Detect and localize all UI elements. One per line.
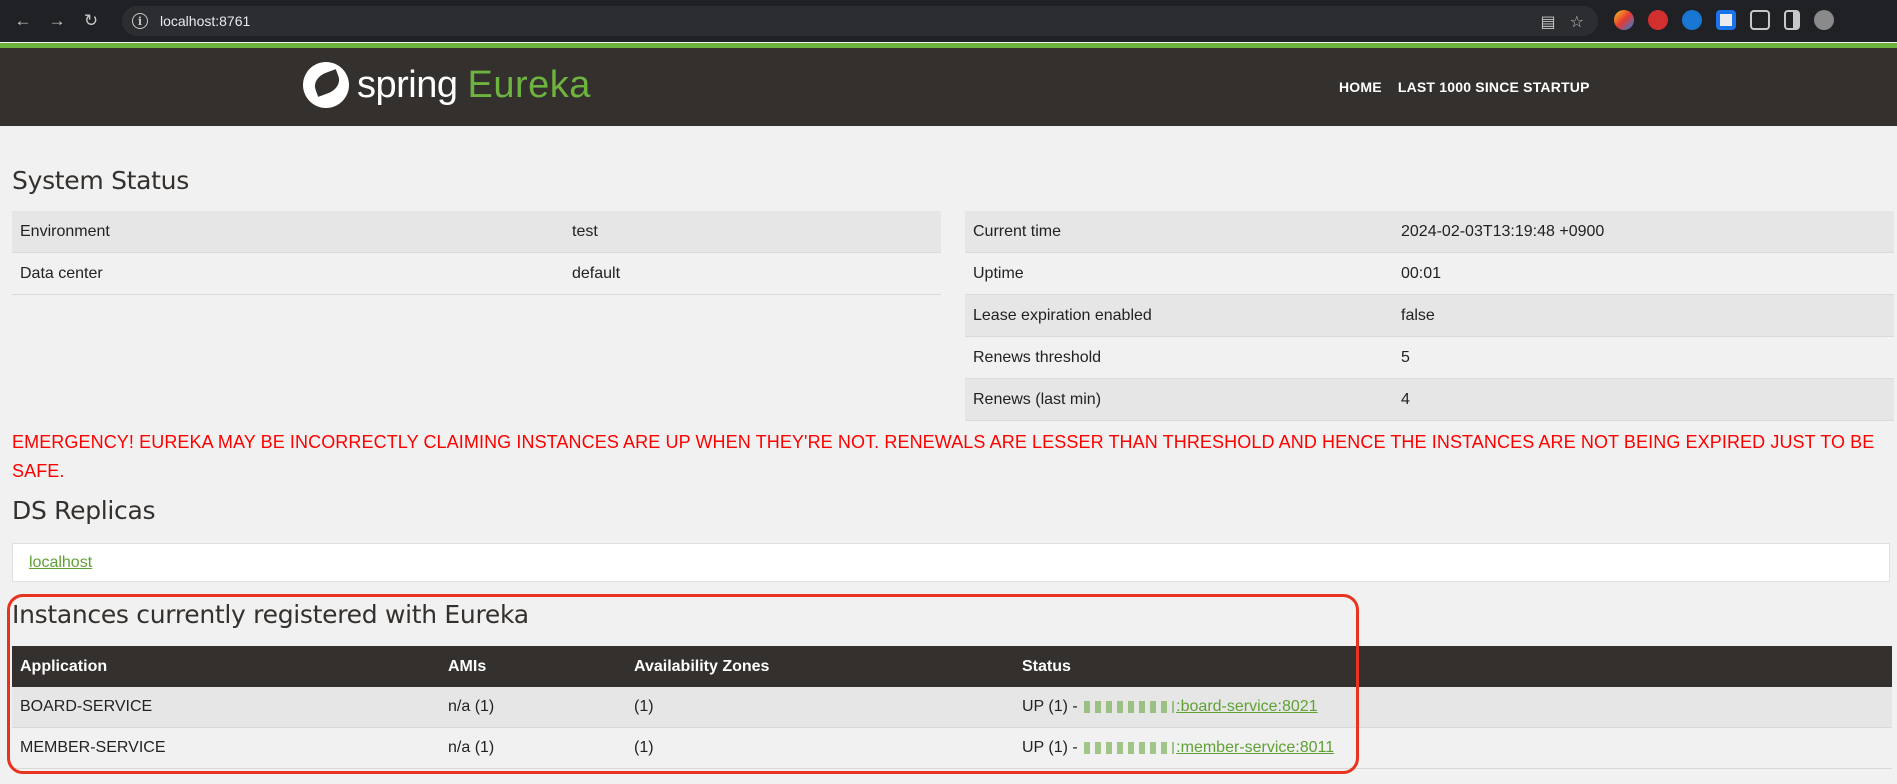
address-bar[interactable]: i localhost:8761 ▤ ☆	[122, 6, 1598, 36]
status-value: 00:01	[1393, 252, 1894, 295]
status-value: 4	[1393, 378, 1894, 421]
spring-leaf-icon	[303, 62, 349, 108]
bookmark-star-icon[interactable]: ☆	[1570, 12, 1584, 32]
table-row: Renews threshold 5	[965, 336, 1894, 379]
brand-eureka-text: Eureka	[467, 63, 591, 106]
table-row: Current time 2024-02-03T13:19:48 +0900	[965, 211, 1894, 253]
table-row: Environment test	[12, 211, 941, 253]
extension-color-icon[interactable]	[1614, 10, 1634, 30]
status-value: false	[1393, 294, 1894, 337]
site-info-icon[interactable]: i	[132, 13, 148, 29]
browser-toolbar: ← → ↻ i localhost:8761 ▤ ☆	[0, 0, 1897, 42]
status-key: Lease expiration enabled	[965, 294, 1393, 337]
status-value: 2024-02-03T13:19:48 +0900	[1393, 211, 1894, 253]
replica-link[interactable]: localhost	[29, 554, 92, 572]
table-row: Data center default	[12, 252, 941, 295]
extension-square-icon[interactable]	[1716, 10, 1736, 30]
extension-blue-icon[interactable]	[1682, 10, 1702, 30]
extension-red-icon[interactable]	[1648, 10, 1668, 30]
ds-replicas-list: localhost	[12, 543, 1890, 582]
nav-last-1000-link[interactable]: LAST 1000 SINCE STARTUP	[1398, 79, 1590, 95]
system-status-left-table: Environment test Data center default	[12, 211, 941, 295]
translate-icon[interactable]: ▤	[1541, 12, 1556, 32]
status-key: Environment	[12, 211, 564, 253]
reload-icon[interactable]: ↻	[78, 8, 104, 34]
brand-logo[interactable]: spring Eureka	[303, 62, 591, 108]
annotation-highlight-box	[7, 594, 1359, 774]
table-row: Lease expiration enabled false	[965, 294, 1894, 337]
status-value: default	[564, 252, 941, 295]
emergency-warning: EMERGENCY! EUREKA MAY BE INCORRECTLY CLA…	[12, 432, 1875, 481]
eureka-navbar: spring Eureka HOME LAST 1000 SINCE START…	[0, 48, 1897, 126]
extensions-puzzle-icon[interactable]	[1750, 10, 1770, 30]
system-status-right-table: Current time 2024-02-03T13:19:48 +0900 U…	[965, 211, 1894, 421]
table-row: Renews (last min) 4	[965, 378, 1894, 421]
side-panel-icon[interactable]	[1784, 10, 1800, 30]
brand-spring-text: spring	[357, 63, 458, 106]
status-value: 5	[1393, 336, 1894, 379]
table-row: Uptime 00:01	[965, 252, 1894, 295]
status-key: Renews threshold	[965, 336, 1393, 379]
nav-home-link[interactable]: HOME	[1339, 79, 1382, 95]
status-key: Renews (last min)	[965, 378, 1393, 421]
status-key: Current time	[965, 211, 1393, 253]
status-key: Uptime	[965, 252, 1393, 295]
status-value: test	[564, 211, 941, 253]
ds-replicas-title: DS Replicas	[12, 496, 156, 525]
profile-avatar[interactable]	[1814, 10, 1834, 30]
url-text[interactable]: localhost:8761	[160, 13, 250, 29]
back-icon[interactable]: ←	[10, 8, 36, 34]
status-key: Data center	[12, 252, 564, 295]
forward-icon[interactable]: →	[44, 8, 70, 34]
system-status-title: System Status	[12, 166, 189, 195]
